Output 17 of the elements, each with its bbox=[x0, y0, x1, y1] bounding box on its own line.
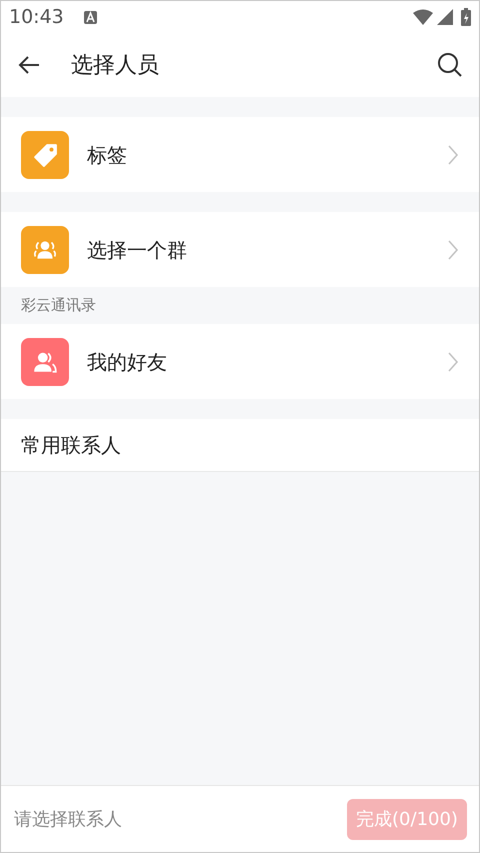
list-item[interactable]: 标签 bbox=[1, 117, 479, 192]
list-item[interactable]: 选择一个群 bbox=[1, 212, 479, 287]
search-icon[interactable] bbox=[437, 52, 463, 78]
battery-icon bbox=[461, 8, 471, 26]
back-icon[interactable] bbox=[17, 55, 41, 75]
status-time: 10:43 bbox=[9, 4, 64, 30]
chevron-icon bbox=[447, 238, 459, 260]
notification-icon bbox=[84, 10, 97, 24]
section-header: 彩云通讯录 bbox=[21, 295, 96, 316]
signal-icon bbox=[437, 9, 453, 25]
selection-hint: 请选择联系人 bbox=[14, 808, 123, 832]
wifi-icon bbox=[413, 9, 433, 25]
list-item[interactable]: 我的好友 bbox=[1, 324, 479, 399]
chevron-icon bbox=[447, 144, 459, 166]
chevron-icon bbox=[447, 350, 459, 372]
page-title: 选择人员 bbox=[71, 52, 159, 80]
section-title: 常用联系人 bbox=[21, 432, 121, 459]
